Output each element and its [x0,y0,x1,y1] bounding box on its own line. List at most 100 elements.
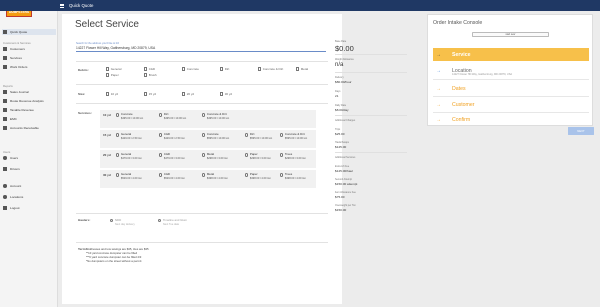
checkbox[interactable] [144,73,148,77]
divider [76,84,328,85]
service-option[interactable]: Dirt $495.00 / 10.00 ton [159,112,186,120]
size-option-15yd[interactable]: 15 yd [144,92,156,96]
radio[interactable] [159,113,163,117]
divider [76,61,328,62]
sidebar-item-services[interactable]: Services [2,55,56,61]
summary-value: $25.00 [335,132,345,136]
checkbox[interactable] [106,73,110,77]
sidebar-item-account[interactable]: Account [2,183,56,189]
sidebar-item-users[interactable]: Users [2,155,56,161]
debris-option-paper[interactable]: Paper [106,73,119,77]
checkbox[interactable] [182,92,186,96]
service-option[interactable]: Concrete & Dirt $495.00 / 10.00 ton [202,112,229,120]
summary-label: Base Rate [335,40,347,43]
service-option[interactable]: Paper $398.00 / 4.00 ton [245,172,271,180]
debris-option-general[interactable]: General [106,67,121,71]
step-confirm[interactable]: → Confirm [433,113,589,126]
radio[interactable] [159,173,163,177]
service-option[interactable]: Trees $398.00 / 4.00 ton [280,172,306,180]
sidebar-item-emc[interactable]: EMC [2,116,56,122]
service-option[interactable]: Dirt $595.00 / 10.00 ton [245,132,272,140]
step-location[interactable]: → Location 14227 Flower Hill Way, Gaithe… [433,63,589,78]
service-row-15yd: 15 yd General $429.00 / 2.50 ton C&D $429.… [100,130,316,148]
checkbox[interactable] [106,67,110,71]
radio[interactable] [110,219,114,223]
sidebar-item-route-revenue[interactable]: Route Revenue Analysis [2,98,56,104]
service-option[interactable]: C&D $429.00 / 2.50 ton [159,132,185,140]
summary-value: 21 [335,94,339,98]
checkbox[interactable] [144,67,148,71]
hauler-option[interactable]: Timeline and Glum Next Tue date [158,218,187,226]
service-option[interactable]: General $479.00 / 3.00 ton [116,152,142,160]
hamburger-menu-icon[interactable] [60,3,68,8]
sidebar-item-accounts-receivable[interactable]: Accounts Receivable [2,125,56,131]
radio[interactable] [158,219,162,223]
size-option-30yd[interactable]: 30 yd [220,92,232,96]
start-over-button[interactable]: start over [472,32,549,37]
sidebar-item-taxable-revenue[interactable]: Taxable Revenue [2,107,56,113]
sidebar-section-title: Users [3,150,11,154]
checkbox[interactable] [258,67,262,71]
radio[interactable] [245,173,249,177]
checkbox[interactable] [106,92,110,96]
hauler-option[interactable]: NDD Next day delivery [110,218,135,226]
radio[interactable] [116,153,120,157]
sidebar-item-work-orders[interactable]: Work Orders [2,64,56,70]
service-option[interactable]: Concrete & Dirt $595.00 / 10.00 ton [280,132,307,140]
size-option-20yd[interactable]: 20 yd [182,92,194,96]
checkbox[interactable] [220,92,224,96]
radio[interactable] [280,173,284,177]
debris-option-dirt[interactable]: Dirt [220,67,229,71]
radio[interactable] [202,133,206,137]
sidebar-item-locations[interactable]: Locations [2,194,56,200]
checkbox[interactable] [220,67,224,71]
service-option[interactable]: C&D $529.00 / 4.00 ton [159,172,185,180]
service-option[interactable]: Trees $298.00 / 3.00 ton [280,152,306,160]
app-title: Quick Quote [69,3,94,8]
step-dates[interactable]: → Dates [433,82,589,95]
step-customer[interactable]: → Customer [433,98,589,111]
service-option[interactable]: Metal $298.00 / 3.00 ton [202,152,228,160]
radio[interactable] [116,173,120,177]
address-search-input[interactable]: 14227 Flower Hill Way, Gaithersburg, MD … [76,46,326,52]
service-option[interactable]: Paper $298.00 / 3.00 ton [245,152,271,160]
radio[interactable] [116,133,120,137]
radio[interactable] [159,133,163,137]
service-option[interactable]: General $429.00 / 2.50 ton [116,132,142,140]
debris-option-metal[interactable]: Metal [296,67,308,71]
service-option[interactable]: Concrete $595.00 / 10.00 ton [202,132,229,140]
debris-option-brush[interactable]: Brush [144,73,157,77]
debris-option-concrete[interactable]: Concrete [182,67,199,71]
service-option[interactable]: Metal $398.00 / 4.00 ton [202,172,228,180]
service-option[interactable]: General $529.00 / 4.00 ton [116,172,142,180]
debris-option-concrete-dirt[interactable]: Concrete & Dirt [258,67,283,71]
size-option-10yd[interactable]: 10 yd [106,92,118,96]
debris-option-cd[interactable]: C&D [144,67,155,71]
checkbox[interactable] [296,67,300,71]
user-icon [3,156,7,160]
radio[interactable] [202,153,206,157]
service-option[interactable]: Concrete $495.00 / 10.00 ton [116,112,143,120]
checkbox[interactable] [144,92,148,96]
page-title: Select Service [75,19,139,30]
sidebar-item-drivers[interactable]: Drivers [2,166,56,172]
radio[interactable] [202,113,206,117]
service-row-10yd: 10 yd Concrete $495.00 / 10.00 ton Dirt $4… [100,110,316,128]
radio[interactable] [159,153,163,157]
radio[interactable] [116,113,120,117]
step-service[interactable]: → Service [433,48,589,61]
checkbox[interactable] [182,67,186,71]
radio[interactable] [280,153,284,157]
sidebar-item-customers[interactable]: Customers [2,46,56,52]
service-option[interactable]: C&D $479.00 / 3.00 ton [159,152,185,160]
summary-label: Overweight per Ton [335,204,356,207]
sidebar-item-quick-quote[interactable]: Quick Quote [2,29,56,35]
radio[interactable] [245,133,249,137]
radio[interactable] [202,173,206,177]
sidebar-item-logout[interactable]: Logout [2,205,56,211]
next-button[interactable]: NEXT [568,127,594,135]
radio[interactable] [245,153,249,157]
radio[interactable] [280,133,284,137]
sidebar-item-sales-journal[interactable]: Sales Journal [2,89,56,95]
summary-value: $80.00/hour [335,80,352,84]
